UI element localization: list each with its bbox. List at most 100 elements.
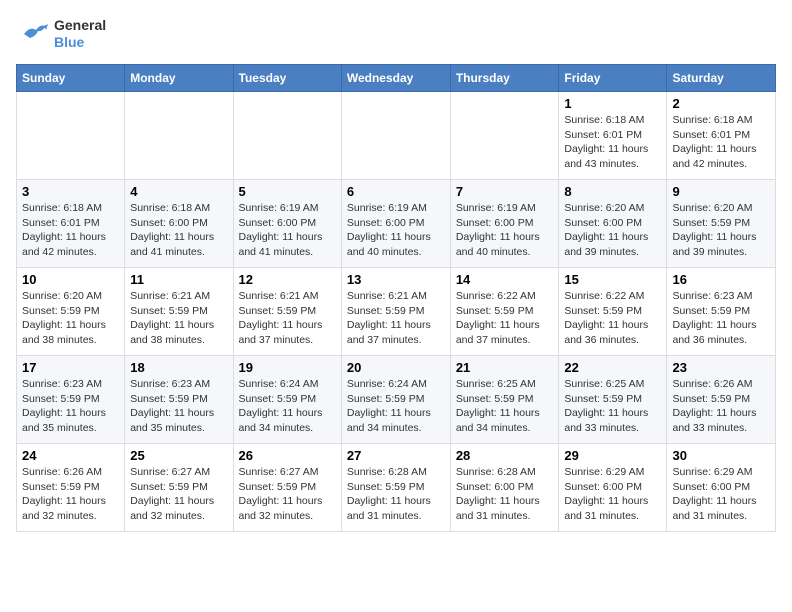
calendar-cell — [450, 92, 559, 180]
day-number: 6 — [347, 184, 445, 199]
calendar-cell: 27 Sunrise: 6:28 AM Sunset: 5:59 PM Dayli… — [341, 444, 450, 532]
logo-blue: Blue — [54, 34, 106, 51]
calendar-cell: 23 Sunrise: 6:26 AM Sunset: 5:59 PM Dayli… — [667, 356, 776, 444]
calendar-cell: 13 Sunrise: 6:21 AM Sunset: 5:59 PM Dayli… — [341, 268, 450, 356]
calendar-week-row: 24 Sunrise: 6:26 AM Sunset: 5:59 PM Dayli… — [17, 444, 776, 532]
cell-info: Sunrise: 6:29 AM Sunset: 6:00 PM Dayligh… — [672, 465, 770, 524]
day-number: 16 — [672, 272, 770, 287]
cell-info: Sunrise: 6:27 AM Sunset: 5:59 PM Dayligh… — [130, 465, 227, 524]
day-number: 26 — [239, 448, 336, 463]
cell-info: Sunrise: 6:20 AM Sunset: 6:00 PM Dayligh… — [564, 201, 661, 260]
day-number: 22 — [564, 360, 661, 375]
cell-info: Sunrise: 6:18 AM Sunset: 6:00 PM Dayligh… — [130, 201, 227, 260]
day-number: 29 — [564, 448, 661, 463]
logo-bird-icon — [16, 16, 52, 52]
day-number: 27 — [347, 448, 445, 463]
cell-info: Sunrise: 6:18 AM Sunset: 6:01 PM Dayligh… — [672, 113, 770, 172]
day-number: 14 — [456, 272, 554, 287]
calendar-week-row: 10Sunrise: 6:20 AM Sunset: 5:59 PM Dayli… — [17, 268, 776, 356]
calendar-table: SundayMondayTuesdayWednesdayThursdayFrid… — [16, 64, 776, 532]
day-number: 30 — [672, 448, 770, 463]
calendar-week-row: 1 Sunrise: 6:18 AM Sunset: 6:01 PM Daylig… — [17, 92, 776, 180]
calendar-cell: 5 Sunrise: 6:19 AM Sunset: 6:00 PM Daylig… — [233, 180, 341, 268]
calendar-cell: 18 Sunrise: 6:23 AM Sunset: 5:59 PM Dayli… — [125, 356, 233, 444]
weekday-header: Wednesday — [341, 65, 450, 92]
calendar-cell: 2 Sunrise: 6:18 AM Sunset: 6:01 PM Daylig… — [667, 92, 776, 180]
cell-info: Sunrise: 6:21 AM Sunset: 5:59 PM Dayligh… — [347, 289, 445, 348]
calendar-cell: 25 Sunrise: 6:27 AM Sunset: 5:59 PM Dayli… — [125, 444, 233, 532]
cell-info: Sunrise: 6:22 AM Sunset: 5:59 PM Dayligh… — [564, 289, 661, 348]
cell-info: Sunrise: 6:20 AM Sunset: 5:59 PM Dayligh… — [22, 289, 119, 348]
cell-info: Sunrise: 6:29 AM Sunset: 6:00 PM Dayligh… — [564, 465, 661, 524]
day-number: 8 — [564, 184, 661, 199]
cell-info: Sunrise: 6:18 AM Sunset: 6:01 PM Dayligh… — [22, 201, 119, 260]
page-header: General Blue — [16, 16, 776, 52]
cell-info: Sunrise: 6:23 AM Sunset: 5:59 PM Dayligh… — [130, 377, 227, 436]
calendar-cell: 10Sunrise: 6:20 AM Sunset: 5:59 PM Dayli… — [17, 268, 125, 356]
cell-info: Sunrise: 6:19 AM Sunset: 6:00 PM Dayligh… — [456, 201, 554, 260]
calendar-cell: 29 Sunrise: 6:29 AM Sunset: 6:00 PM Dayli… — [559, 444, 667, 532]
weekday-header: Sunday — [17, 65, 125, 92]
cell-info: Sunrise: 6:23 AM Sunset: 5:59 PM Dayligh… — [672, 289, 770, 348]
calendar-cell: 8 Sunrise: 6:20 AM Sunset: 6:00 PM Daylig… — [559, 180, 667, 268]
weekday-header: Monday — [125, 65, 233, 92]
day-number: 5 — [239, 184, 336, 199]
calendar-cell: 19Sunrise: 6:24 AM Sunset: 5:59 PM Dayli… — [233, 356, 341, 444]
cell-info: Sunrise: 6:18 AM Sunset: 6:01 PM Dayligh… — [564, 113, 661, 172]
day-number: 19 — [239, 360, 336, 375]
calendar-cell: 7Sunrise: 6:19 AM Sunset: 6:00 PM Daylig… — [450, 180, 559, 268]
calendar-cell — [341, 92, 450, 180]
cell-info: Sunrise: 6:19 AM Sunset: 6:00 PM Dayligh… — [239, 201, 336, 260]
day-number: 20 — [347, 360, 445, 375]
cell-info: Sunrise: 6:26 AM Sunset: 5:59 PM Dayligh… — [22, 465, 119, 524]
calendar-cell: 30 Sunrise: 6:29 AM Sunset: 6:00 PM Dayli… — [667, 444, 776, 532]
cell-info: Sunrise: 6:27 AM Sunset: 5:59 PM Dayligh… — [239, 465, 336, 524]
day-number: 4 — [130, 184, 227, 199]
calendar-cell — [125, 92, 233, 180]
calendar-cell — [17, 92, 125, 180]
day-number: 21 — [456, 360, 554, 375]
cell-info: Sunrise: 6:21 AM Sunset: 5:59 PM Dayligh… — [130, 289, 227, 348]
day-number: 17 — [22, 360, 119, 375]
calendar-cell: 3 Sunrise: 6:18 AM Sunset: 6:01 PM Daylig… — [17, 180, 125, 268]
calendar-cell: 1 Sunrise: 6:18 AM Sunset: 6:01 PM Daylig… — [559, 92, 667, 180]
calendar-cell: 20 Sunrise: 6:24 AM Sunset: 5:59 PM Dayli… — [341, 356, 450, 444]
cell-info: Sunrise: 6:19 AM Sunset: 6:00 PM Dayligh… — [347, 201, 445, 260]
calendar-cell: 17Sunrise: 6:23 AM Sunset: 5:59 PM Dayli… — [17, 356, 125, 444]
weekday-header: Friday — [559, 65, 667, 92]
day-number: 1 — [564, 96, 661, 111]
calendar-cell: 21 Sunrise: 6:25 AM Sunset: 5:59 PM Dayli… — [450, 356, 559, 444]
cell-info: Sunrise: 6:25 AM Sunset: 5:59 PM Dayligh… — [564, 377, 661, 436]
cell-info: Sunrise: 6:28 AM Sunset: 6:00 PM Dayligh… — [456, 465, 554, 524]
cell-info: Sunrise: 6:25 AM Sunset: 5:59 PM Dayligh… — [456, 377, 554, 436]
cell-info: Sunrise: 6:26 AM Sunset: 5:59 PM Dayligh… — [672, 377, 770, 436]
day-number: 12 — [239, 272, 336, 287]
cell-info: Sunrise: 6:22 AM Sunset: 5:59 PM Dayligh… — [456, 289, 554, 348]
day-number: 23 — [672, 360, 770, 375]
day-number: 18 — [130, 360, 227, 375]
day-number: 9 — [672, 184, 770, 199]
day-number: 11 — [130, 272, 227, 287]
calendar-cell: 6 Sunrise: 6:19 AM Sunset: 6:00 PM Daylig… — [341, 180, 450, 268]
day-number: 3 — [22, 184, 119, 199]
weekday-header: Thursday — [450, 65, 559, 92]
calendar-cell: 11 Sunrise: 6:21 AM Sunset: 5:59 PM Dayli… — [125, 268, 233, 356]
calendar-cell: 12 Sunrise: 6:21 AM Sunset: 5:59 PM Dayli… — [233, 268, 341, 356]
calendar-cell: 22 Sunrise: 6:25 AM Sunset: 5:59 PM Dayli… — [559, 356, 667, 444]
calendar-week-row: 3 Sunrise: 6:18 AM Sunset: 6:01 PM Daylig… — [17, 180, 776, 268]
cell-info: Sunrise: 6:21 AM Sunset: 5:59 PM Dayligh… — [239, 289, 336, 348]
day-number: 13 — [347, 272, 445, 287]
logo: General Blue — [16, 16, 106, 52]
weekday-header: Tuesday — [233, 65, 341, 92]
day-number: 2 — [672, 96, 770, 111]
cell-info: Sunrise: 6:20 AM Sunset: 5:59 PM Dayligh… — [672, 201, 770, 260]
cell-info: Sunrise: 6:28 AM Sunset: 5:59 PM Dayligh… — [347, 465, 445, 524]
day-number: 24 — [22, 448, 119, 463]
logo-text: General Blue — [54, 17, 106, 51]
calendar-cell: 4 Sunrise: 6:18 AM Sunset: 6:00 PM Daylig… — [125, 180, 233, 268]
cell-info: Sunrise: 6:24 AM Sunset: 5:59 PM Dayligh… — [347, 377, 445, 436]
calendar-cell: 16 Sunrise: 6:23 AM Sunset: 5:59 PM Dayli… — [667, 268, 776, 356]
calendar-cell: 24 Sunrise: 6:26 AM Sunset: 5:59 PM Dayli… — [17, 444, 125, 532]
calendar-cell: 26 Sunrise: 6:27 AM Sunset: 5:59 PM Dayli… — [233, 444, 341, 532]
day-number: 25 — [130, 448, 227, 463]
